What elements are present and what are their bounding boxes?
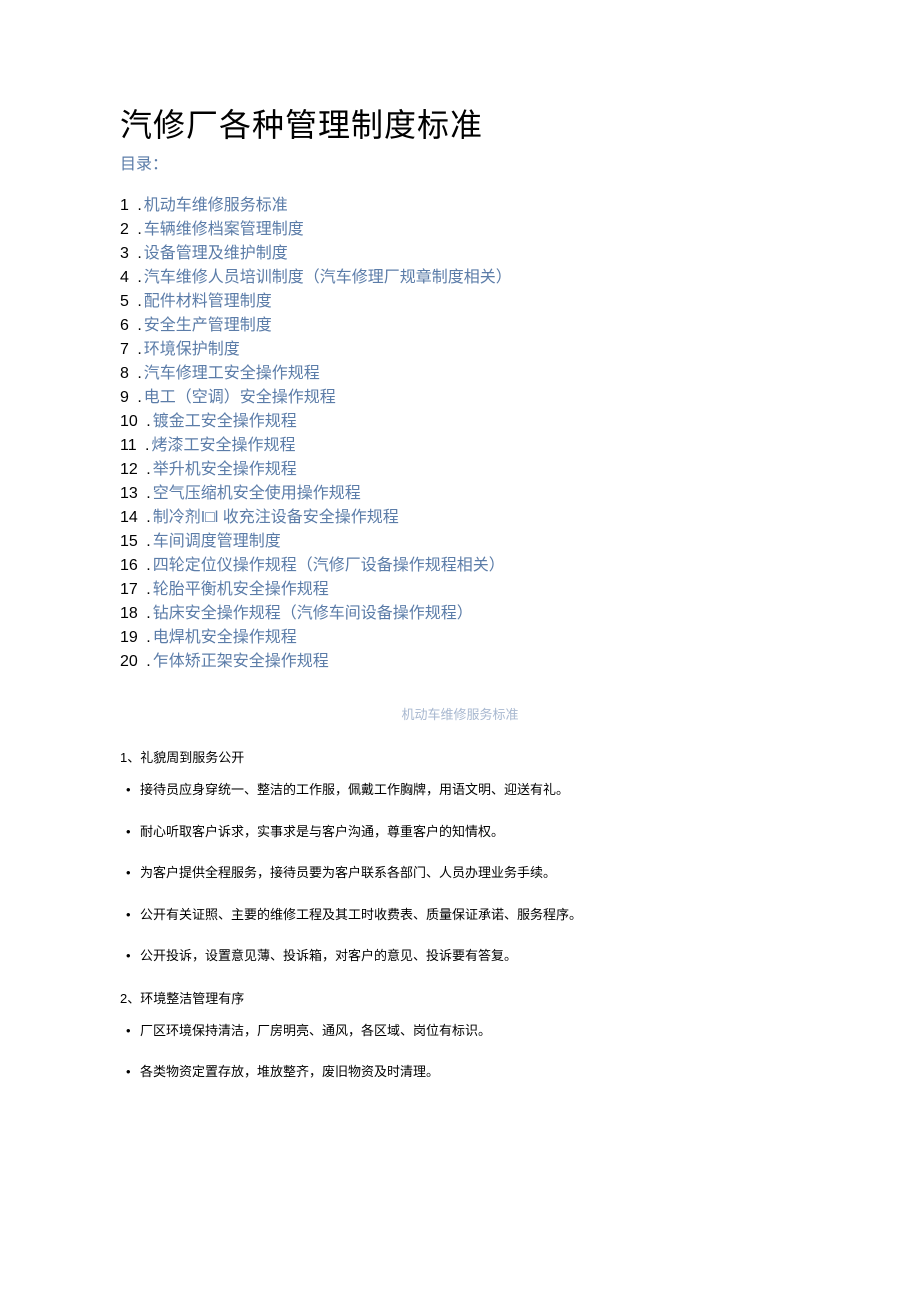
toc-item-dot: . xyxy=(142,509,151,526)
toc-item-dot: . xyxy=(133,197,142,214)
toc-item[interactable]: 10 .镀金工安全操作规程 xyxy=(120,410,800,434)
toc-label: 目录： xyxy=(120,150,800,174)
toc-item-text: 四轮定位仪操作规程（汽修厂设备操作规程相关） xyxy=(153,557,505,574)
toc-item-number: 9 xyxy=(120,389,129,406)
toc-item[interactable]: 5 .配件材料管理制度 xyxy=(120,290,800,314)
toc-item-text: 电焊机安全操作规程 xyxy=(153,629,297,646)
toc-item[interactable]: 19 .电焊机安全操作规程 xyxy=(120,626,800,650)
section-subheading-2: 2、环境整洁管理有序 xyxy=(120,988,800,1007)
toc-item-text: 设备管理及维护制度 xyxy=(144,245,288,262)
toc-item[interactable]: 17 .轮胎平衡机安全操作规程 xyxy=(120,578,800,602)
toc-item[interactable]: 16 .四轮定位仪操作规程（汽修厂设备操作规程相关） xyxy=(120,554,800,578)
toc-item-number: 3 xyxy=(120,245,129,262)
toc-item-text: 烤漆工安全操作规程 xyxy=(152,437,296,454)
toc-item[interactable]: 14 .制冷剂I□l 收充注设备安全操作规程 xyxy=(120,506,800,530)
section-subheading-1: 1、礼貌周到服务公开 xyxy=(120,747,800,766)
toc-item-number: 12 xyxy=(120,461,138,478)
bullet-item: 耐心听取客户诉求，实事求是与客户沟通，尊重客户的知情权。 xyxy=(120,822,800,842)
toc-item-dot: . xyxy=(142,581,151,598)
toc-item-number: 10 xyxy=(120,413,138,430)
toc-item-dot: . xyxy=(133,365,142,382)
toc-item[interactable]: 20 .乍体矫正架安全操作规程 xyxy=(120,650,800,674)
toc-item-number: 7 xyxy=(120,341,129,358)
toc-item-dot: . xyxy=(133,269,142,286)
toc-item-text: 电工（空调）安全操作规程 xyxy=(144,389,336,406)
toc-item-text: 汽车维修人员培训制度（汽车修理厂规章制度相关） xyxy=(144,269,512,286)
toc-item[interactable]: 13 .空气压缩机安全使用操作规程 xyxy=(120,482,800,506)
toc-item-number: 11 xyxy=(120,437,137,454)
toc-item-number: 2 xyxy=(120,221,129,238)
toc-item-dot: . xyxy=(133,341,142,358)
toc-item-number: 15 xyxy=(120,533,138,550)
toc-item-text: 轮胎平衡机安全操作规程 xyxy=(153,581,329,598)
toc-item-dot: . xyxy=(142,557,151,574)
toc-item-dot: . xyxy=(133,245,142,262)
toc-item[interactable]: 11 .烤漆工安全操作规程 xyxy=(120,434,800,458)
bullet-item: 接待员应身穿统一、整洁的工作服，佩戴工作胸牌，用语文明、迎送有礼。 xyxy=(120,780,800,800)
toc-item[interactable]: 7 .环境保护制度 xyxy=(120,338,800,362)
bullet-list-1: 接待员应身穿统一、整洁的工作服，佩戴工作胸牌，用语文明、迎送有礼。耐心听取客户诉… xyxy=(120,780,800,966)
toc-item[interactable]: 4 .汽车维修人员培训制度（汽车修理厂规章制度相关） xyxy=(120,266,800,290)
toc-item-text: 车间调度管理制度 xyxy=(153,533,281,550)
toc-item[interactable]: 6 .安全生产管理制度 xyxy=(120,314,800,338)
document-title: 汽修厂各种管理制度标准 xyxy=(120,100,800,146)
toc-item[interactable]: 9 .电工（空调）安全操作规程 xyxy=(120,386,800,410)
toc-item-number: 8 xyxy=(120,365,129,382)
toc-item-dot: . xyxy=(133,221,142,238)
toc-item[interactable]: 12 .举升机安全操作规程 xyxy=(120,458,800,482)
bullet-item: 各类物资定置存放，堆放整齐，废旧物资及时清理。 xyxy=(120,1062,800,1082)
toc-item-dot: . xyxy=(142,629,151,646)
bullet-item: 公开投诉，设置意见薄、投诉箱，对客户的意见、投诉要有答复。 xyxy=(120,946,800,966)
toc-item-number: 17 xyxy=(120,581,138,598)
toc-item[interactable]: 2 .车辆维修档案管理制度 xyxy=(120,218,800,242)
toc-item-dot: . xyxy=(133,389,142,406)
toc-item-number: 20 xyxy=(120,653,138,670)
toc-item-number: 16 xyxy=(120,557,138,574)
bullet-item: 公开有关证照、主要的维修工程及其工时收费表、质量保证承诺、服务程序。 xyxy=(120,905,800,925)
toc-item[interactable]: 3 .设备管理及维护制度 xyxy=(120,242,800,266)
toc-item-number: 13 xyxy=(120,485,138,502)
toc-item-text: 机动车维修服务标准 xyxy=(144,197,288,214)
toc-item-number: 19 xyxy=(120,629,138,646)
toc-item-text: 汽车修理工安全操作规程 xyxy=(144,365,320,382)
bullet-item: 厂区环境保持清洁，厂房明亮、通风，各区域、岗位有标识。 xyxy=(120,1021,800,1041)
toc-item-text: 配件材料管理制度 xyxy=(144,293,272,310)
toc-item[interactable]: 18 .钻床安全操作规程（汽修车间设备操作规程） xyxy=(120,602,800,626)
toc-item-dot: . xyxy=(142,461,151,478)
toc-item-dot: . xyxy=(133,317,142,334)
document-page: 汽修厂各种管理制度标准 目录： 1 .机动车维修服务标准2 .车辆维修档案管理制… xyxy=(0,0,920,1164)
toc-item-dot: . xyxy=(142,653,151,670)
toc-item-text: 空气压缩机安全使用操作规程 xyxy=(153,485,361,502)
toc-item-number: 1 xyxy=(120,197,129,214)
toc-item-number: 5 xyxy=(120,293,129,310)
bullet-list-2: 厂区环境保持清洁，厂房明亮、通风，各区域、岗位有标识。各类物资定置存放，堆放整齐… xyxy=(120,1021,800,1082)
toc-item-number: 14 xyxy=(120,509,138,526)
toc-item-text: 举升机安全操作规程 xyxy=(153,461,297,478)
toc-item-dot: . xyxy=(142,533,151,550)
toc-item-dot: . xyxy=(133,293,142,310)
toc-item-text: 钻床安全操作规程（汽修车间设备操作规程） xyxy=(153,605,473,622)
toc-item-number: 6 xyxy=(120,317,129,334)
toc-item-text: 车辆维修档案管理制度 xyxy=(144,221,304,238)
bullet-item: 为客户提供全程服务，接待员要为客户联系各部门、人员办理业务手续。 xyxy=(120,863,800,883)
toc-item[interactable]: 8 .汽车修理工安全操作规程 xyxy=(120,362,800,386)
toc-item-dot: . xyxy=(141,437,150,454)
toc-item[interactable]: 1 .机动车维修服务标准 xyxy=(120,194,800,218)
toc-item-text: 镀金工安全操作规程 xyxy=(153,413,297,430)
toc-item-number: 4 xyxy=(120,269,129,286)
toc-item-dot: . xyxy=(142,605,151,622)
toc-list: 1 .机动车维修服务标准2 .车辆维修档案管理制度3 .设备管理及维护制度4 .… xyxy=(120,194,800,674)
toc-item-dot: . xyxy=(142,485,151,502)
toc-item[interactable]: 15 .车间调度管理制度 xyxy=(120,530,800,554)
section-heading: 机动车维修服务标准 xyxy=(120,704,800,723)
toc-item-text: 制冷剂I□l 收充注设备安全操作规程 xyxy=(153,509,399,526)
toc-item-text: 安全生产管理制度 xyxy=(144,317,272,334)
toc-item-text: 环境保护制度 xyxy=(144,341,240,358)
toc-item-number: 18 xyxy=(120,605,138,622)
toc-item-dot: . xyxy=(142,413,151,430)
toc-item-text: 乍体矫正架安全操作规程 xyxy=(153,653,329,670)
